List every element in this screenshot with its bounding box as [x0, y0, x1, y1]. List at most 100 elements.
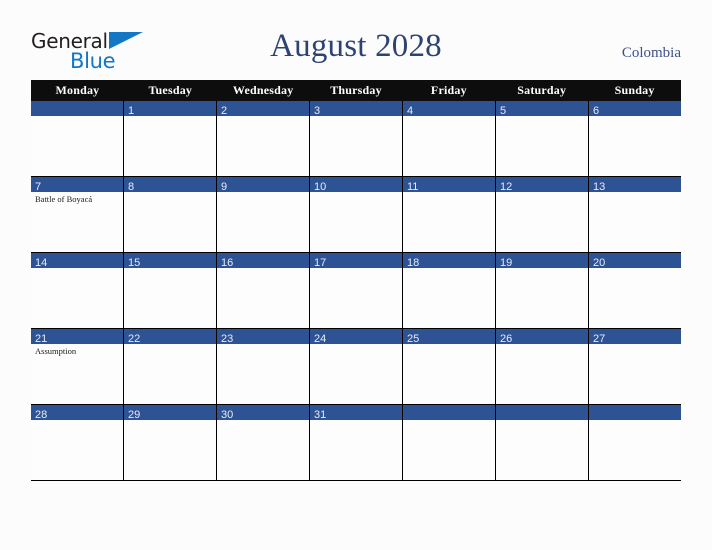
day-number: 19	[500, 257, 513, 269]
day-number-band: 14	[31, 253, 123, 269]
day-cell[interactable]: 15	[124, 253, 217, 328]
day-number-band: 27	[589, 329, 681, 345]
day-body	[589, 116, 681, 118]
day-number-band: 12	[496, 177, 588, 193]
day-number: 8	[128, 181, 135, 193]
day-cell[interactable]	[31, 101, 124, 176]
day-body	[403, 420, 495, 422]
day-cell[interactable]: 2	[217, 101, 310, 176]
day-body	[310, 116, 402, 118]
day-number-band: 6	[589, 101, 681, 117]
day-number: 29	[128, 409, 141, 421]
day-number: 7	[35, 181, 42, 193]
day-cell[interactable]: 11	[403, 177, 496, 252]
day-cell[interactable]: 22	[124, 329, 217, 404]
day-cell[interactable]: 9	[217, 177, 310, 252]
day-cell[interactable]: 31	[310, 405, 403, 480]
day-cell[interactable]	[403, 405, 496, 480]
day-body: Battle of Boyacá	[31, 192, 123, 204]
day-cell[interactable]: 14	[31, 253, 124, 328]
day-number: 9	[221, 181, 228, 193]
page-title: August 2028	[270, 28, 442, 64]
day-number: 6	[593, 105, 600, 117]
day-cell[interactable]: 21 Assumption	[31, 329, 124, 404]
day-number: 23	[221, 333, 234, 345]
day-body	[217, 116, 309, 118]
day-body	[589, 420, 681, 422]
day-body	[496, 116, 588, 118]
day-number-band: 1	[124, 101, 216, 117]
day-number: 26	[500, 333, 513, 345]
weekday-wednesday: Wednesday	[232, 83, 294, 97]
weekday-header-row: Monday Tuesday Wednesday Thursday Friday…	[31, 80, 681, 101]
day-number-band: 17	[310, 253, 402, 269]
day-cell[interactable]: 27	[589, 329, 681, 404]
day-body	[496, 420, 588, 422]
weekday-friday: Friday	[430, 83, 467, 97]
day-number: 24	[314, 333, 327, 345]
week-row: 14 15 16 17 18 19 20	[31, 253, 681, 329]
day-number-band: 11	[403, 177, 495, 193]
day-number-band: 18	[403, 253, 495, 269]
day-cell[interactable]: 23	[217, 329, 310, 404]
day-number: 13	[593, 181, 606, 193]
day-number: 4	[407, 105, 414, 117]
day-number-band: 2	[217, 101, 309, 117]
day-number-band: 7	[31, 177, 123, 193]
weekday-thursday: Thursday	[330, 83, 382, 97]
day-number: 25	[407, 333, 420, 345]
day-cell[interactable]: 30	[217, 405, 310, 480]
day-number: 10	[314, 181, 327, 193]
day-cell[interactable]: 29	[124, 405, 217, 480]
day-cell[interactable]: 12	[496, 177, 589, 252]
day-number-band: 29	[124, 405, 216, 421]
day-cell[interactable]: 10	[310, 177, 403, 252]
day-cell[interactable]	[496, 405, 589, 480]
day-number-band: 10	[310, 177, 402, 193]
day-number: 31	[314, 409, 327, 421]
day-cell[interactable]: 8	[124, 177, 217, 252]
day-number-band: 23	[217, 329, 309, 345]
day-cell[interactable]	[589, 405, 681, 480]
day-number: 3	[314, 105, 321, 117]
day-number-band	[589, 405, 681, 420]
day-number-band: 26	[496, 329, 588, 345]
day-cell[interactable]: 19	[496, 253, 589, 328]
day-number-band: 30	[217, 405, 309, 421]
day-cell[interactable]: 17	[310, 253, 403, 328]
day-cell[interactable]: 1	[124, 101, 217, 176]
day-number: 17	[314, 257, 327, 269]
day-number: 15	[128, 257, 141, 269]
day-cell[interactable]: 3	[310, 101, 403, 176]
country-label: Colombia	[621, 45, 681, 61]
day-cell[interactable]: 6	[589, 101, 681, 176]
day-cell[interactable]: 18	[403, 253, 496, 328]
day-cell[interactable]: 13	[589, 177, 681, 252]
day-number: 12	[500, 181, 513, 193]
day-cell[interactable]: 28	[31, 405, 124, 480]
weekday-monday: Monday	[55, 83, 100, 97]
day-number: 16	[221, 257, 234, 269]
day-cell[interactable]: 26	[496, 329, 589, 404]
day-number-band: 25	[403, 329, 495, 345]
day-number: 30	[221, 409, 234, 421]
page-header: General Blue August 2028 Colombia	[0, 0, 712, 80]
weekday-tuesday: Tuesday	[148, 83, 193, 97]
day-number-band: 16	[217, 253, 309, 269]
day-cell[interactable]: 24	[310, 329, 403, 404]
day-number-band: 5	[496, 101, 588, 117]
day-cell[interactable]: 7 Battle of Boyacá	[31, 177, 124, 252]
day-cell[interactable]: 20	[589, 253, 681, 328]
day-number-band	[403, 405, 495, 420]
day-number-band: 21	[31, 329, 123, 345]
day-cell[interactable]: 25	[403, 329, 496, 404]
week-row: 7 Battle of Boyacá 8 9 10 11 12 13	[31, 177, 681, 253]
weekday-saturday: Saturday	[517, 83, 567, 97]
day-number-band: 22	[124, 329, 216, 345]
day-number-band: 24	[310, 329, 402, 345]
day-cell[interactable]: 16	[217, 253, 310, 328]
week-row: 21 Assumption 22 23 24 25 26 27	[31, 329, 681, 405]
day-cell[interactable]: 5	[496, 101, 589, 176]
day-cell[interactable]: 4	[403, 101, 496, 176]
day-number-band: 9	[217, 177, 309, 193]
